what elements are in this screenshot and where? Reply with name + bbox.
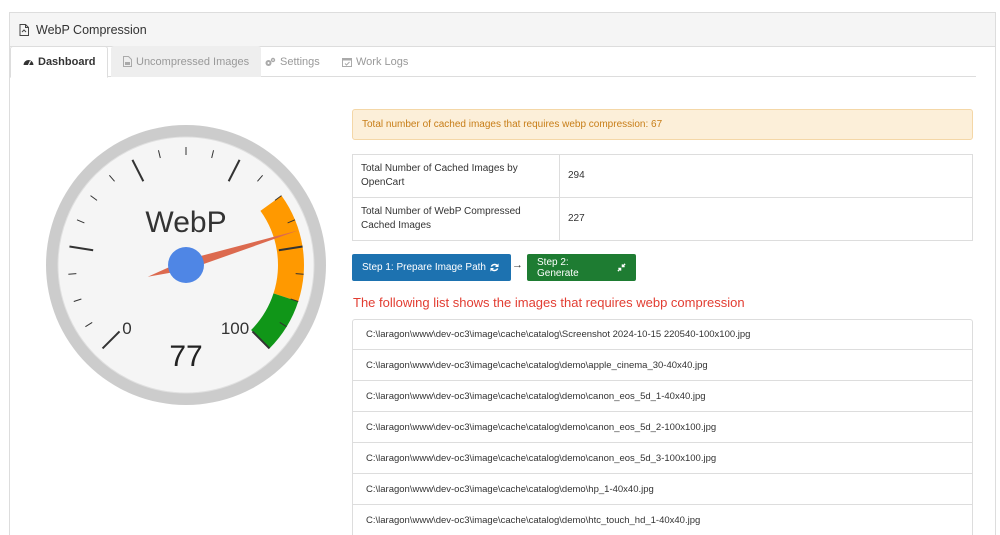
list-item: C:\laragon\www\dev-oc3\image\cache\catal… — [352, 443, 973, 474]
gears-icon — [265, 57, 276, 66]
document-icon — [19, 23, 29, 36]
button-label: Step 2: Generate — [537, 256, 579, 279]
table-row: Total Number of Cached Images by OpenCar… — [352, 154, 973, 198]
tab-label: Work Logs — [356, 55, 409, 68]
stat-label: Total Number of WebP Compressed Cached I… — [352, 197, 560, 241]
tab-settings[interactable]: Settings — [253, 46, 332, 77]
panel-title: WebP Compression — [36, 22, 147, 37]
list-item: C:\laragon\www\dev-oc3\image\cache\catal… — [352, 505, 973, 535]
generate-button[interactable]: Step 2: Generate — [527, 254, 636, 281]
gauge-needle-hub — [168, 247, 204, 283]
webp-gauge: WebP 0 100 77 — [46, 125, 326, 405]
gauge-max-label: 100 — [221, 319, 249, 338]
tab-work-logs[interactable]: Work Logs — [330, 46, 420, 77]
stat-label: Total Number of Cached Images by OpenCar… — [352, 154, 560, 198]
calendar-icon — [342, 57, 352, 67]
stats-table: Total Number of Cached Images by OpenCar… — [352, 154, 973, 241]
tab-label: Dashboard — [38, 56, 96, 68]
pending-compression-alert: Total number of cached images that requi… — [352, 109, 973, 140]
panel-heading: WebP Compression — [10, 13, 995, 47]
list-title: The following list shows the images that… — [353, 295, 745, 310]
gauge-value-label: 77 — [169, 340, 202, 373]
tab-uncompressed-images[interactable]: Uncompressed Images — [111, 46, 262, 77]
list-item: C:\laragon\www\dev-oc3\image\cache\catal… — [352, 319, 973, 350]
list-item: C:\laragon\www\dev-oc3\image\cache\catal… — [352, 412, 973, 443]
uncompressed-image-list: C:\laragon\www\dev-oc3\image\cache\catal… — [352, 319, 973, 535]
tab-bar: Dashboard Uncompressed Images Settings W… — [10, 46, 976, 78]
gauge-min-label: 0 — [122, 319, 131, 338]
table-row: Total Number of WebP Compressed Cached I… — [352, 197, 973, 241]
prepare-image-path-button[interactable]: Step 1: Prepare Image Path — [352, 254, 511, 281]
gauge-title: WebP — [145, 206, 226, 239]
image-file-icon — [123, 56, 132, 67]
refresh-icon — [490, 263, 499, 272]
dashboard-icon — [23, 60, 34, 66]
list-item: C:\laragon\www\dev-oc3\image\cache\catal… — [352, 381, 973, 412]
tab-dashboard[interactable]: Dashboard — [10, 46, 109, 78]
step-arrow: → — [512, 259, 523, 271]
top-strip — [0, 0, 1000, 10]
gauge-minor-tick — [295, 273, 304, 275]
tab-label: Uncompressed Images — [136, 55, 250, 68]
list-item: C:\laragon\www\dev-oc3\image\cache\catal… — [352, 474, 973, 505]
stat-value: 227 — [559, 197, 973, 241]
gauge-minor-tick — [68, 273, 77, 275]
compress-icon — [617, 263, 626, 272]
button-label: Step 1: Prepare Image Path — [362, 262, 486, 273]
list-item: C:\laragon\www\dev-oc3\image\cache\catal… — [352, 350, 973, 381]
tab-label: Settings — [280, 55, 320, 68]
stat-value: 294 — [559, 154, 973, 198]
alert-text: Total number of cached images that requi… — [362, 119, 663, 130]
